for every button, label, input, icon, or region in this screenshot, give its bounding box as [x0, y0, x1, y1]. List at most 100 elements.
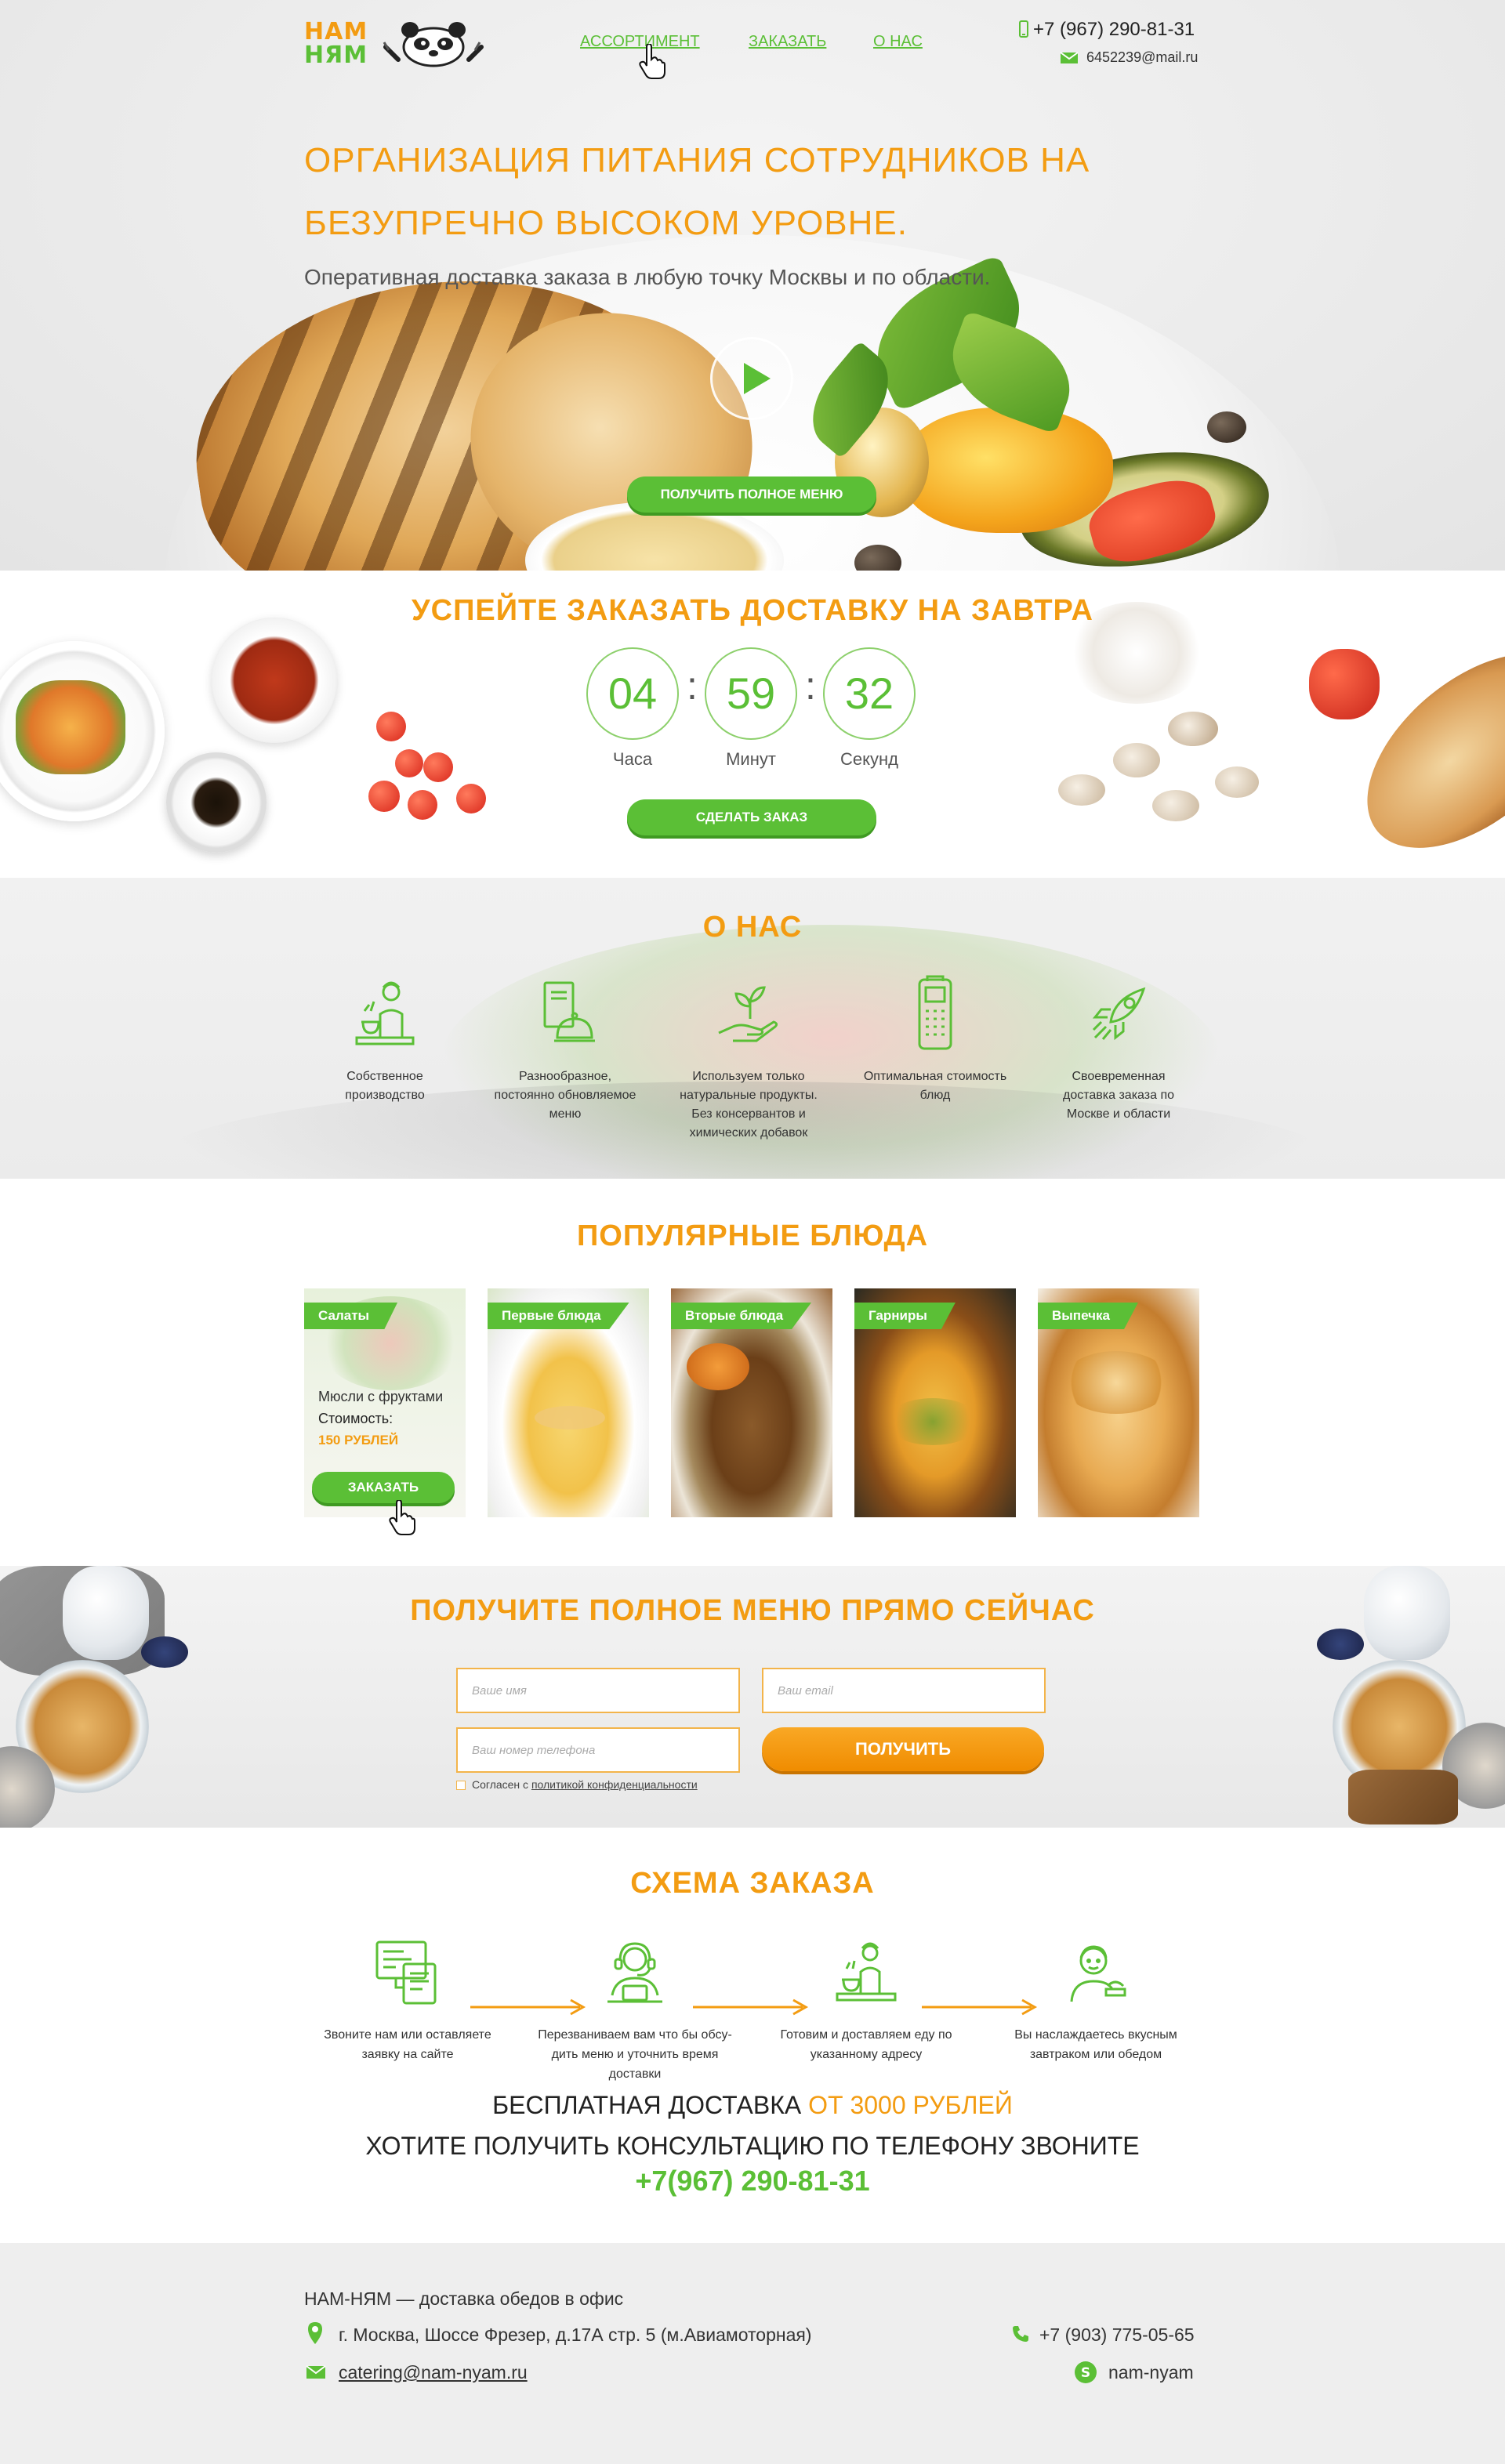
- free-delivery-banner: БЕСПЛАТНАЯ ДОСТАВКА ОТ 3000 РУБЛЕЙ: [0, 2091, 1505, 2120]
- hand-cursor-icon: [389, 1500, 415, 1535]
- timer-colon: :: [805, 664, 816, 708]
- footer-phone[interactable]: +7 (903) 775-05-65: [1039, 2324, 1195, 2346]
- nav-order-link[interactable]: ЗАКАЗАТЬ: [749, 33, 826, 51]
- consult-phone[interactable]: +7(967) 290-81-31: [0, 2165, 1505, 2198]
- feature-item: Своевременная доставка заказа по Москве …: [1044, 975, 1193, 1124]
- borsch-bowl-image: [212, 618, 337, 743]
- feature-item: Оптимальная стоимость блюд: [861, 975, 1010, 1105]
- scheme-step-text: Перезваниваем вам что бы обсу- дить меню…: [538, 2028, 732, 2081]
- svg-text:S: S: [1081, 2365, 1090, 2381]
- video-play-button[interactable]: [710, 337, 793, 420]
- feature-item: Используем только натуральные продукты. …: [674, 975, 823, 1143]
- dish-price: 150 РУБЛЕЙ: [318, 1433, 399, 1448]
- cherry-tomatoes-image: [368, 712, 494, 829]
- hand-cursor-icon: [639, 44, 665, 79]
- mail-icon: [306, 2365, 326, 2379]
- email-input[interactable]: [762, 1668, 1046, 1713]
- feature-text: Оптимальная стоимость блюд: [863, 1070, 1007, 1102]
- get-menu-submit-button[interactable]: ПОЛУЧИТЬ: [762, 1727, 1044, 1771]
- feature-text: Разнообразное, постоянно обновляемое мен…: [494, 1070, 636, 1121]
- feature-item: Собственное производство: [310, 975, 459, 1105]
- popular-dishes-section: ПОПУЛЯРНЫЕ БЛЮДА Салаты Мюсли с фруктами…: [0, 1179, 1505, 1566]
- logo-text-top: НАМ: [304, 18, 368, 45]
- privacy-policy-link[interactable]: политикой конфиденциальности: [531, 1778, 698, 1791]
- payment-terminal-icon: [918, 975, 952, 1050]
- get-full-menu-button[interactable]: ПОЛУЧИТЬ ПОЛНОЕ МЕНЮ: [627, 476, 876, 513]
- hero-title-line2: БЕЗУПРЕЧНО ВЫСОКОМ УРОВНЕ.: [304, 204, 908, 242]
- hero-pepper-image: [901, 408, 1113, 533]
- header-email[interactable]: 6452239@mail.ru: [1086, 49, 1198, 66]
- location-pin-icon: [308, 2322, 322, 2344]
- footer-skype[interactable]: nam-nyam: [1108, 2362, 1194, 2383]
- footer-address: г. Москва, Шоссе Фрезер, д.17А стр. 5 (м…: [339, 2324, 812, 2345]
- feature-text: Используем только натуральные продукты. …: [680, 1070, 818, 1140]
- nav-about-link[interactable]: О НАС: [873, 33, 923, 51]
- scheme-title: СХЕМА ЗАКАЗА: [630, 1867, 875, 1900]
- dish-category-tag: Выпечка: [1038, 1303, 1138, 1329]
- free-delivery-text: БЕСПЛАТНАЯ ДОСТАВКА: [492, 2091, 802, 2119]
- free-delivery-amount: ОТ 3000 РУБЛЕЙ: [808, 2091, 1013, 2119]
- chef-icon: [836, 1942, 897, 2002]
- chef-icon: [355, 981, 415, 1045]
- mushrooms-image: [1058, 712, 1278, 853]
- name-input[interactable]: [456, 1668, 740, 1713]
- timer-minutes: 59: [705, 647, 797, 740]
- footer-tagline: НАМ-НЯМ — доставка обедов в офис: [304, 2288, 624, 2309]
- coffee-cup-image: [166, 752, 267, 853]
- form-icon: [375, 1940, 437, 2005]
- bell-pepper-image: [1309, 649, 1380, 719]
- timer-hours: 04: [586, 647, 679, 740]
- menu-cloche-icon: [543, 981, 595, 1042]
- dish-card-salads[interactable]: Салаты Мюсли с фруктами Стоимость: 150 Р…: [304, 1288, 466, 1517]
- consent-prefix: Согласен с: [472, 1778, 531, 1791]
- make-order-button[interactable]: СДЕЛАТЬ ЗАКАЗ: [627, 799, 876, 835]
- dish-photo: [535, 1406, 605, 1429]
- hero-subtitle: Оперативная доставка заказа в любую точк…: [304, 265, 991, 289]
- dish-photo: [1061, 1351, 1171, 1414]
- dish-category-tag: Первые блюда: [488, 1303, 629, 1329]
- footer: НАМ-НЯМ — доставка обедов в офис г. Моск…: [0, 2243, 1505, 2464]
- about-title: О НАС: [702, 911, 803, 944]
- logo-text-bottom: НЯМ: [304, 42, 368, 69]
- panda-icon: [383, 22, 484, 67]
- operator-icon: [607, 1942, 662, 2003]
- timer-seconds: 32: [823, 647, 916, 740]
- timer-seconds-label: Секунд: [840, 749, 898, 769]
- dish-category-tag: Салаты: [304, 1303, 398, 1329]
- dish-card-bakery[interactable]: Выпечка: [1038, 1288, 1199, 1517]
- dish-name: Мюсли с фруктами: [318, 1389, 444, 1404]
- about-section: О НАС Собственное производство Разнообра…: [0, 878, 1505, 1179]
- hero-title-line1: ОРГАНИЗАЦИЯ ПИТАНИЯ СОТРУДНИКОВ НА: [304, 141, 1090, 179]
- dish-photo: [886, 1398, 980, 1445]
- get-menu-title: ПОЛУЧИТЕ ПОЛНОЕ МЕНЮ ПРЯМО СЕЙЧАС: [410, 1594, 1095, 1627]
- mail-icon: [1060, 52, 1079, 63]
- consent-checkbox[interactable]: [456, 1781, 466, 1790]
- phone-input[interactable]: [456, 1727, 740, 1773]
- eating-person-icon: [1070, 1945, 1126, 2002]
- mobile-phone-icon: [1019, 20, 1028, 38]
- header-phone[interactable]: +7 (967) 290-81-31: [1033, 19, 1195, 41]
- dish-order-button[interactable]: ЗАКАЗАТЬ: [312, 1472, 455, 1503]
- dish-card-sides[interactable]: Гарниры: [854, 1288, 1016, 1517]
- popular-title: ПОПУЛЯРНЫЕ БЛЮДА: [576, 1219, 929, 1252]
- dish-card-soups[interactable]: Первые блюда: [488, 1288, 649, 1517]
- dish-category-tag: Гарниры: [854, 1303, 956, 1329]
- feature-item: Разнообразное, постоянно обновляемое мен…: [491, 975, 640, 1124]
- dish-photo: [687, 1343, 749, 1390]
- countdown-section: УСПЕЙТЕ ЗАКАЗАТЬ ДОСТАВКУ НА ЗАВТРА 04 :…: [0, 571, 1505, 878]
- scheme-step: Вы наслаждаетесь вкусным завтраком или о…: [994, 1937, 1198, 2064]
- get-menu-section: ПОЛУЧИТЕ ПОЛНОЕ МЕНЮ ПРЯМО СЕЙЧАС ПОЛУЧИ…: [0, 1566, 1505, 1828]
- rocket-icon: [1092, 987, 1146, 1041]
- footer-email-link[interactable]: catering@nam-nyam.ru: [339, 2362, 528, 2383]
- dish-card-main[interactable]: Вторые блюда: [671, 1288, 832, 1517]
- consent-text: Согласен с политикой конфиденциальности: [472, 1778, 698, 1791]
- hero-section: НАМ НЯМ АССОРТИМЕНТ ЗАКАЗАТЬ О НАС +7 (9…: [0, 0, 1505, 571]
- order-scheme-section: СХЕМА ЗАКАЗА Звоните нам или оставляете …: [0, 1828, 1505, 2243]
- logo[interactable]: НАМ НЯМ: [304, 19, 492, 69]
- consult-text: ХОТИТЕ ПОЛУЧИТЬ КОНСУЛЬТАЦИЮ ПО ТЕЛЕФОНУ…: [365, 2132, 1140, 2160]
- skype-icon: S: [1075, 2361, 1097, 2383]
- sprout-hand-icon: [718, 986, 778, 1042]
- hero-olive-image: [1207, 411, 1246, 443]
- feature-text: Своевременная доставка заказа по Москве …: [1062, 1070, 1175, 1121]
- phone-icon: [1013, 2326, 1028, 2342]
